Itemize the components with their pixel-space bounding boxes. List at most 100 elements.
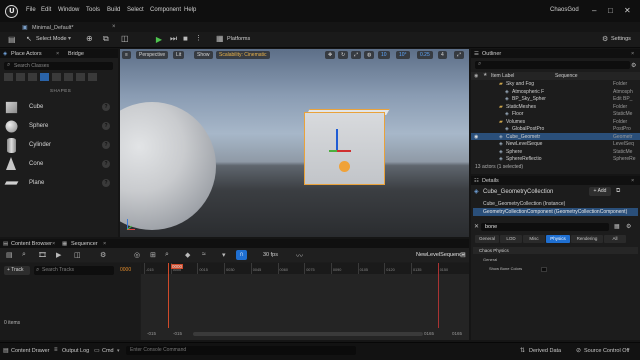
shape-item-cylinder[interactable]: Cylinder ? [2,137,116,154]
playback-icon[interactable]: ◎ [134,251,140,259]
wave-icon[interactable]: 〰 [296,251,303,261]
step-icon[interactable]: ⏭ [170,34,177,44]
console-command-input[interactable]: Enter Console Command [126,346,356,355]
maximize-viewport-icon[interactable]: ⤢ [454,51,465,59]
lit-button[interactable]: Lit [173,51,185,59]
column-item-label[interactable]: Item Label [491,73,514,79]
blueprint-icon[interactable]: ⧉ [616,188,620,195]
menu-select[interactable]: Select [127,7,144,13]
gizmo-z-axis[interactable] [336,129,338,151]
outliner-row[interactable]: ◈ Sphere StaticMe [471,148,640,156]
film-icon[interactable]: 🎞 [38,251,47,259]
range-scrollbar[interactable] [193,332,423,336]
column-sequence[interactable]: Sequence [555,73,578,79]
source-control-button[interactable]: Source Control Off [584,348,629,354]
menu-tools[interactable]: Tools [86,7,100,13]
help-icon[interactable]: ? [102,160,110,168]
sequencer-timeline[interactable]: -015 0000 0015 0030 0045 0060 0075 0090 0105 0120… [141,263,469,340]
time-ruler[interactable]: -015 0000 0015 0030 0045 0060 0075 0090 0105 0120… [141,263,469,274]
gizmo-x-axis[interactable] [337,150,351,152]
settings-icon[interactable]: ⚙ [100,251,106,259]
play-button[interactable]: ▶ [153,34,165,45]
cube-geometry-collection-actor[interactable] [304,112,385,185]
transform-rotate-icon[interactable]: ↻ [338,51,349,59]
menu-file[interactable]: File [26,7,36,13]
tab-close-icon[interactable]: × [631,178,634,184]
shape-item-plane[interactable]: Plane ? [2,175,116,192]
outliner-row[interactable]: ◈ BP_Sky_Spher Edit BP_ [471,95,640,103]
category-shapes-icon[interactable] [40,73,49,81]
add-component-button[interactable]: + Add [589,187,611,196]
rotation-snap-button[interactable]: 10° [396,51,410,59]
cmd-selector[interactable]: Cmd [102,348,114,354]
lock-icon[interactable]: ⊟ [460,251,466,259]
tab-close-icon[interactable]: × [103,241,106,247]
chevron-down-icon[interactable]: ▾ [117,348,120,354]
platforms-button[interactable]: Platforms [227,36,250,42]
tab-all[interactable]: All [604,235,626,243]
help-icon[interactable]: ? [102,141,110,149]
world-local-icon[interactable]: ◍ [364,51,375,59]
tab-content-browser[interactable]: Content Browser [11,241,52,247]
more-options-icon[interactable]: ⋮ [195,34,202,42]
outliner-row[interactable]: ▰ Volumes Folder [471,118,640,126]
details-settings-icon[interactable]: ⚙ [626,223,631,230]
add-content-icon[interactable]: ⊕ [86,34,93,43]
snap-icon[interactable]: ∩ [236,250,247,260]
select-mode-button[interactable]: Select Mode [36,36,67,42]
blueprint-icon[interactable]: ⧉ [103,34,109,44]
sphere-actor[interactable] [120,102,216,230]
perspective-button[interactable]: Perspective [136,51,169,59]
stop-icon[interactable]: ■ [183,34,188,43]
shape-item-cube[interactable]: Cube ? [2,99,116,116]
outliner-row[interactable]: ▰ Sky and Fog Folder [471,80,640,88]
visibility-icon[interactable]: ◉ [474,134,478,140]
current-frame-field[interactable]: 0000 [120,267,131,273]
chevron-down-icon[interactable]: ▾ [68,35,71,42]
curve-icon[interactable]: ≈ [202,251,206,258]
gizmo-y-axis[interactable] [329,150,337,152]
auto-key-icon[interactable]: ⌕ [165,251,169,259]
outliner-row[interactable]: ◈ NewLevelSeque LevelSeq [471,140,640,148]
category-basic-icon[interactable] [16,73,25,81]
project-tab[interactable]: ▣ Minimal_Default* × [22,24,120,32]
outliner-row[interactable]: ◈ GlobalPostPro PostPro [471,125,640,133]
playhead-label[interactable]: 0000 [171,264,184,269]
output-log-button[interactable]: Output Log [62,348,89,354]
menu-help[interactable]: Help [184,7,196,13]
content-drawer-button[interactable]: Content Drawer [11,348,50,354]
component-row-geometry[interactable]: GeometryCollectionComponent (GeometryCol… [473,208,638,216]
outliner-row[interactable]: ◉ ◈ Cube_Geometr Geometr [471,132,640,140]
outliner-search-input[interactable]: ⌕ [475,61,630,69]
outliner-row[interactable]: ◈ Atmospheric F Atmosph [471,88,640,96]
playhead[interactable] [168,263,169,328]
maximize-icon[interactable]: □ [608,6,613,15]
tab-rendering[interactable]: Rendering [571,235,603,243]
save-icon[interactable]: ▤ [8,35,16,44]
general-subsection[interactable]: General [473,257,638,263]
clear-filter-icon[interactable]: ✕ [474,223,479,230]
level-viewport[interactable]: ≡ Perspective Lit Show Scalability: Cine… [120,49,469,237]
shape-item-sphere[interactable]: Sphere ? [2,118,116,135]
tab-close-icon[interactable]: × [52,241,55,247]
outliner-settings-icon[interactable]: ⚙ [631,62,636,69]
help-icon[interactable]: ? [102,122,110,130]
category-visual-icon[interactable] [64,73,73,81]
outliner-row[interactable]: ▰ StaticMeshes Folder [471,103,640,111]
add-track-button[interactable]: + Track [4,266,30,275]
tab-physics[interactable]: Physics [546,235,570,243]
view-range-bar[interactable]: -015 -015 0165 0165 [141,330,469,338]
help-icon[interactable]: ? [102,179,110,187]
keyframe-icon[interactable]: ◆ [185,251,190,259]
camera-icon[interactable]: ◫ [74,251,81,259]
minimize-icon[interactable]: – [592,6,596,15]
tab-place-actors[interactable]: Place Actors [11,51,42,57]
tab-close-icon[interactable]: × [631,51,634,57]
camera-speed-button[interactable]: 4 [438,51,447,59]
marker-icon[interactable]: ⊞ [150,251,156,259]
search-icon[interactable]: ⌕ [22,251,26,259]
category-all-icon[interactable] [88,73,97,81]
tab-general[interactable]: General [475,235,499,243]
show-button[interactable]: Show [194,51,213,59]
derived-data-button[interactable]: Derived Data [529,348,561,354]
